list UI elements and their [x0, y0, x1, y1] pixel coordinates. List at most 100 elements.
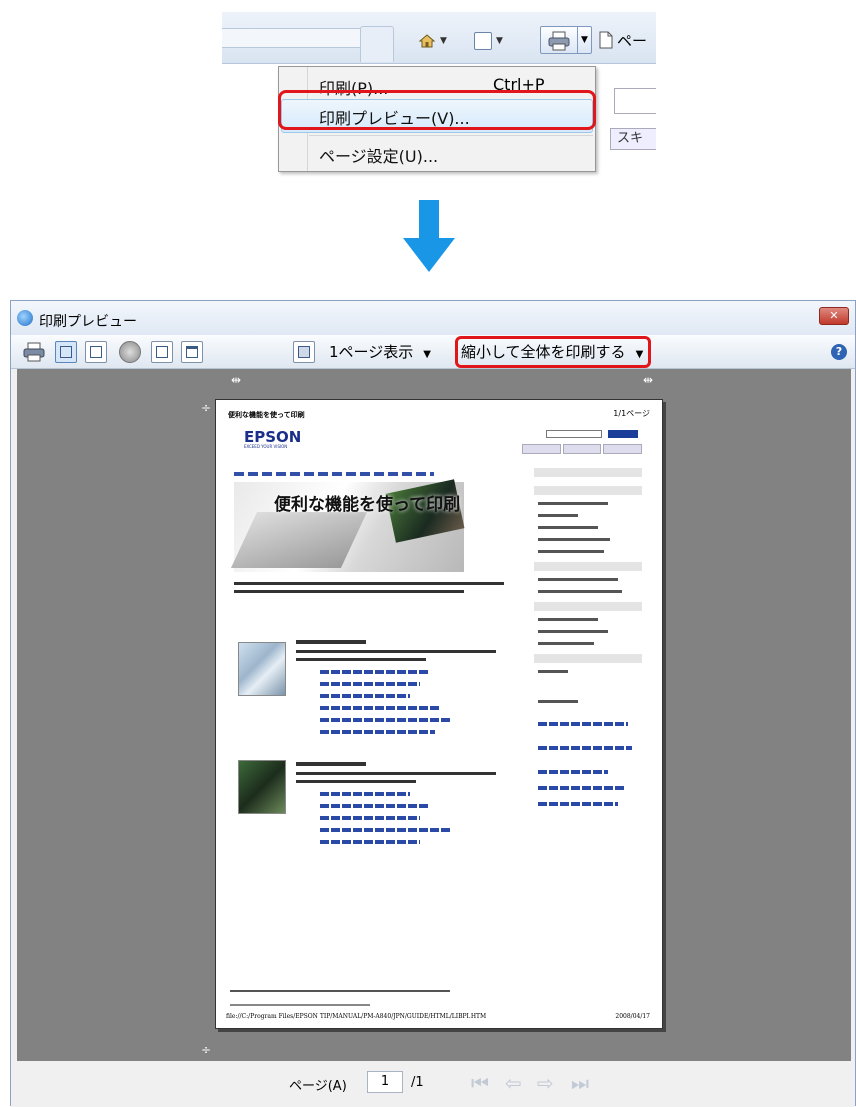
next-page-icon[interactable]: ⇨: [537, 1073, 554, 1093]
intro-text-line: [234, 590, 464, 593]
ie-new-tab[interactable]: [360, 26, 394, 62]
section-heading: [296, 762, 366, 766]
printer-icon: [23, 342, 45, 362]
section-heading: [296, 640, 366, 644]
section-link: [320, 840, 420, 844]
chevron-down-icon[interactable]: ▼: [440, 36, 447, 46]
page-icon: [599, 31, 613, 49]
portrait-button[interactable]: [55, 341, 77, 363]
laptop-image: [230, 512, 368, 568]
margin-handle-right-icon[interactable]: ⇹: [643, 374, 653, 386]
photo-print-thumbnail: [238, 760, 286, 814]
menu-separator: [309, 135, 593, 136]
section-text-line: [296, 780, 416, 783]
print-button[interactable]: [23, 341, 45, 363]
full-page-icon: [298, 346, 310, 358]
section-link: [320, 792, 410, 796]
print-split-button[interactable]: ▼: [540, 26, 592, 54]
sidebar-heading: [534, 654, 642, 663]
page-menu-button[interactable]: ペー: [598, 28, 647, 52]
close-icon: ✕: [829, 309, 839, 322]
section-link: [320, 804, 430, 808]
page-footer-copyright: [230, 1004, 370, 1006]
window-title: 印刷プレビュー: [39, 314, 137, 330]
landscape-button[interactable]: [85, 341, 107, 363]
margin-handle-top-icon[interactable]: ÷: [201, 402, 211, 414]
hero-title: 便利な機能を使って印刷: [274, 495, 461, 515]
close-button[interactable]: ✕: [819, 307, 849, 325]
down-arrow-icon: [403, 200, 455, 272]
page-number: 1/1ページ: [613, 409, 650, 418]
page-footer-links: [230, 990, 450, 992]
full-width-icon: [186, 346, 198, 358]
preview-page: 便利な機能を使って印刷 1/1ページ EPSON EXCEED YOUR VIS…: [215, 399, 663, 1029]
page-search-button: [608, 430, 638, 438]
title-bar: 印刷プレビュー ✕: [11, 301, 855, 335]
sidebar-item: [538, 502, 608, 505]
margin-handle-left-icon[interactable]: ⇹: [231, 374, 241, 386]
section-text-line: [296, 658, 426, 661]
sidebar-link: [538, 746, 632, 750]
sidebar-link: [538, 802, 618, 806]
sidebar-link: [538, 722, 628, 726]
print-preview-window: 印刷プレビュー ✕ 1ページ表示 ▼ 縮小して全体を印刷する ▼ ? ⇹ ⇹ ÷ ÷…: [10, 300, 856, 1107]
page-label: ページ(A): [289, 1079, 347, 1094]
page-setup-button[interactable]: [119, 341, 141, 363]
sidebar-heading: [534, 602, 642, 611]
section-link: [320, 816, 420, 820]
printer-icon: [548, 31, 570, 51]
menu-item-page-setup[interactable]: ページ設定(U)...: [319, 143, 438, 167]
sidebar-item: [538, 514, 578, 517]
sidebar-heading: [534, 562, 642, 571]
page-total: /1: [411, 1075, 424, 1090]
sidebar-heading: [534, 486, 642, 495]
full-page-button[interactable]: [293, 341, 315, 363]
ie-icon: [17, 310, 33, 326]
home-icon: [418, 32, 436, 50]
sidebar-item: [538, 642, 594, 645]
chevron-down-icon: ▼: [423, 349, 431, 360]
previous-page-icon[interactable]: ⇦: [505, 1073, 522, 1093]
epson-tagline: EXCEED YOUR VISION: [244, 444, 288, 449]
ie-scan-button[interactable]: スキ: [610, 128, 656, 150]
section-link: [320, 694, 410, 698]
highlight-box-print-preview: [278, 90, 596, 130]
preview-toolbar: 1ページ表示 ▼ 縮小して全体を印刷する ▼ ?: [11, 335, 855, 369]
large-print-thumbnail: [238, 642, 286, 696]
chevron-down-icon[interactable]: ▼: [496, 36, 503, 46]
page-footer-url: file://C:/Program Files/EPSON TIP/MANUAL…: [226, 1013, 487, 1020]
header-footer-icon: [156, 346, 168, 358]
section-link: [320, 706, 440, 710]
ie-side-field[interactable]: [614, 88, 656, 114]
headers-footers-button[interactable]: [151, 341, 173, 363]
home-button[interactable]: ▼: [418, 30, 447, 52]
page-number-input[interactable]: 1: [367, 1071, 403, 1093]
highlight-box-shrink-option: [455, 336, 651, 368]
section-text-line: [296, 772, 496, 775]
full-width-button[interactable]: [181, 341, 203, 363]
page-footer-date: 2008/04/17: [615, 1013, 650, 1020]
ie-tab-strip: [222, 28, 362, 48]
sidebar-item: [538, 538, 610, 541]
margin-handle-bottom-icon[interactable]: ÷: [201, 1044, 211, 1056]
portrait-icon: [60, 346, 72, 358]
sidebar-item: [538, 618, 598, 621]
section-link: [320, 682, 420, 686]
print-dropdown-button[interactable]: ▼: [577, 27, 591, 53]
section-link: [320, 718, 450, 722]
section-text-line: [296, 650, 496, 653]
help-icon[interactable]: ?: [831, 344, 847, 360]
first-page-icon[interactable]: ⏮: [471, 1073, 489, 1093]
feeds-button[interactable]: ▼: [474, 30, 503, 52]
landscape-icon: [90, 346, 102, 358]
sidebar-heading: [534, 468, 642, 477]
page-doc-title: 便利な機能を使って印刷: [228, 411, 305, 419]
page-tabs: [522, 444, 643, 454]
pages-view-value: 1ページ表示: [329, 343, 414, 361]
last-page-icon[interactable]: ⏭: [571, 1073, 589, 1093]
page-search-box: [546, 430, 602, 438]
sidebar-item: [538, 526, 598, 529]
section-link: [320, 730, 435, 734]
pages-view-select[interactable]: 1ページ表示 ▼: [329, 341, 459, 365]
section-link: [320, 828, 450, 832]
